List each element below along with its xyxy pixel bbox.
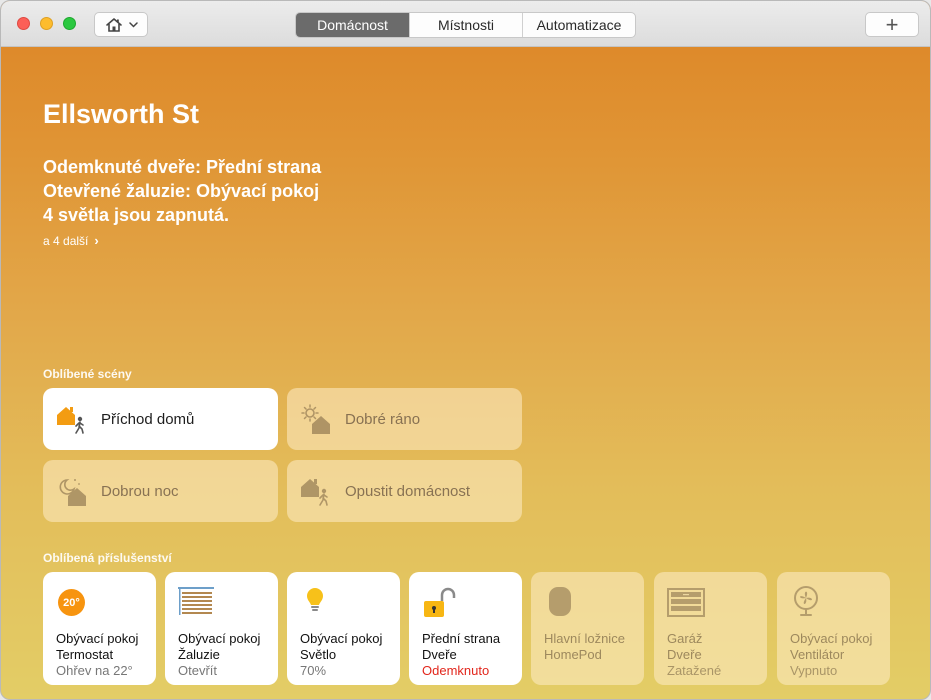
accessory-tile-thermostat[interactable]: 20° Obývací pokoj Termostat Ohřev na 22°	[43, 572, 156, 685]
accessory-name: Ventilátor	[790, 647, 845, 662]
good-morning-icon	[299, 402, 333, 436]
accessory-tile-front-door[interactable]: Přední strana Dveře Odemknuto	[409, 572, 522, 685]
fan-icon	[790, 585, 822, 617]
unlocked-icon	[422, 585, 456, 617]
accessory-name: Dveře	[422, 647, 457, 662]
tab-automation[interactable]: Automatizace	[523, 13, 635, 37]
view-tab-bar: Domácnost Místnosti Automatizace	[295, 12, 636, 38]
home-app-window: Domácnost Místnosti Automatizace + Ellsw…	[0, 0, 931, 700]
more-status-link[interactable]: a 4 další ›	[43, 233, 99, 248]
add-button[interactable]: +	[865, 12, 919, 37]
more-status-label: a 4 další	[43, 233, 89, 248]
accessory-state: Odemknuto	[422, 663, 490, 678]
titlebar: Domácnost Místnosti Automatizace +	[1, 1, 930, 47]
status-line: Otevřené žaluzie: Obývací pokoj	[43, 181, 320, 201]
chevron-down-icon	[128, 21, 138, 28]
minimize-window-button[interactable]	[40, 17, 53, 30]
scene-label: Dobrou noc	[101, 482, 179, 500]
tab-rooms[interactable]: Místnosti	[410, 13, 523, 37]
scene-leave-home[interactable]: Opustit domácnost	[287, 460, 522, 522]
accessory-state: 70%	[300, 663, 327, 678]
scene-label: Dobré ráno	[345, 410, 421, 428]
tab-home[interactable]: Domácnost	[296, 13, 410, 37]
accessory-room: Přední strana	[422, 631, 501, 646]
accessory-name: Světlo	[300, 647, 337, 662]
good-night-icon	[55, 474, 89, 508]
status-line: Odemknuté dveře: Přední strana	[43, 157, 322, 177]
accessory-state: Otevřít	[178, 663, 218, 678]
blinds-icon	[178, 585, 214, 617]
accessory-name: HomePod	[544, 647, 602, 662]
accessory-name: Dveře	[667, 647, 702, 662]
accessory-room: Obývací pokoj	[300, 631, 383, 646]
accessory-room: Hlavní ložnice	[544, 631, 625, 646]
leave-home-icon	[299, 474, 333, 508]
scene-good-morning[interactable]: Dobré ráno	[287, 388, 522, 450]
scene-good-night[interactable]: Dobrou noc	[43, 460, 278, 522]
plus-icon: +	[885, 11, 899, 37]
accessory-tile-garage-door[interactable]: Garáž Dveře Zatažené	[654, 572, 767, 685]
close-window-button[interactable]	[17, 17, 30, 30]
accessory-room: Obývací pokoj	[56, 631, 139, 646]
home-title: Ellsworth St	[43, 99, 200, 129]
garage-door-icon	[667, 585, 705, 617]
accessory-state: Ohřev na 22°	[56, 663, 133, 678]
home-menu-button[interactable]	[94, 12, 148, 37]
house-icon	[105, 17, 122, 32]
favorite-scenes-heading: Oblíbené scény	[43, 367, 132, 381]
chevron-right-icon: ›	[94, 233, 99, 248]
accessory-tile-blinds[interactable]: Obývací pokoj Žaluzie Otevřít	[165, 572, 278, 685]
home-status-summary[interactable]: Odemknuté dveře: Přední strana Otevřené …	[43, 155, 321, 227]
accessory-state: Vypnuto	[790, 663, 838, 678]
accessory-room: Garáž	[667, 631, 703, 646]
status-line: 4 světla jsou zapnutá.	[43, 205, 230, 225]
homepod-icon	[544, 585, 576, 617]
thermostat-temp-badge: 20°	[58, 589, 85, 616]
scene-arrive-home[interactable]: Příchod domů	[43, 388, 278, 450]
scene-label: Příchod domů	[101, 410, 195, 428]
arrive-home-icon	[55, 402, 89, 436]
zoom-window-button[interactable]	[63, 17, 76, 30]
favorite-accessories-heading: Oblíbená příslušenství	[43, 551, 172, 565]
accessory-tile-homepod[interactable]: Hlavní ložnice HomePod	[531, 572, 644, 685]
scene-label: Opustit domácnost	[345, 482, 471, 500]
accessory-tile-fan[interactable]: Obývací pokoj Ventilátor Vypnuto	[777, 572, 890, 685]
accessory-name: Žaluzie	[178, 647, 220, 662]
accessory-room: Obývací pokoj	[790, 631, 873, 646]
accessory-name: Termostat	[56, 647, 114, 662]
accessory-room: Obývací pokoj	[178, 631, 261, 646]
lightbulb-icon	[300, 585, 332, 617]
thermostat-icon: 20°	[56, 585, 88, 617]
accessory-tile-light[interactable]: Obývací pokoj Světlo 70%	[287, 572, 400, 685]
accessory-state: Zatažené	[667, 663, 722, 678]
